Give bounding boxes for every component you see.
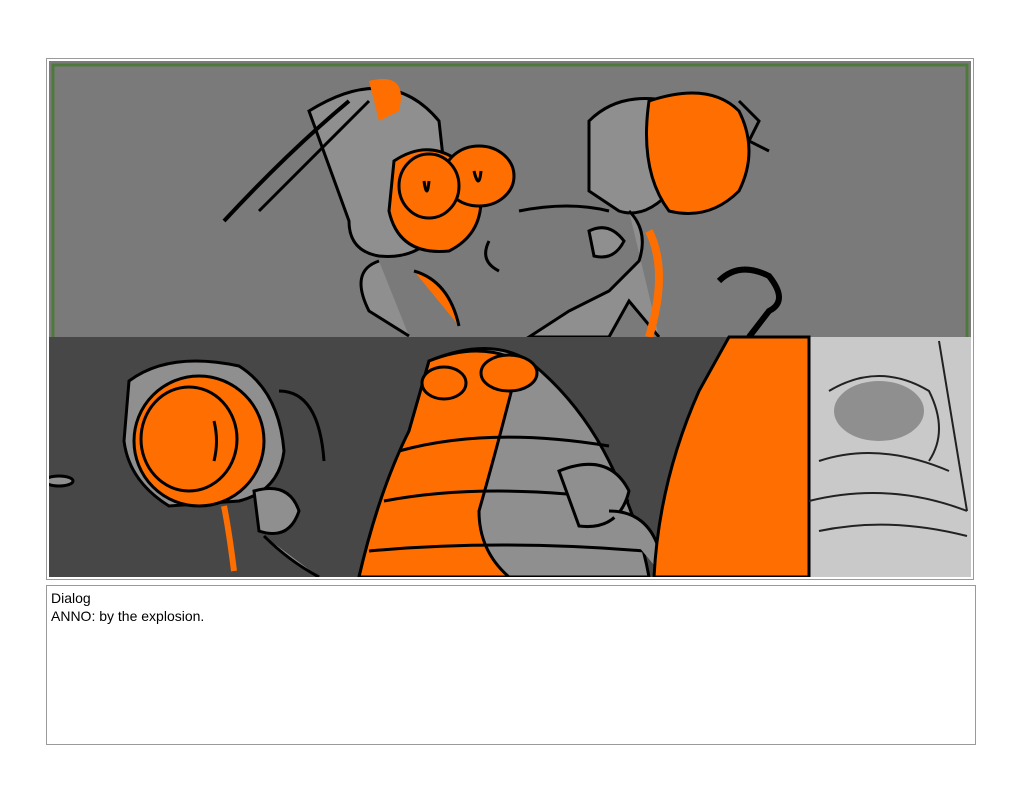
storyboard-panel xyxy=(46,58,974,580)
storyboard-artwork xyxy=(49,61,971,577)
dialog-box: Dialog ANNO: by the explosion. xyxy=(46,585,976,745)
dialog-heading: Dialog xyxy=(51,590,91,606)
upper-shot-background xyxy=(49,61,971,337)
dialog-annotation: ANNO: by the explosion. xyxy=(51,608,205,624)
